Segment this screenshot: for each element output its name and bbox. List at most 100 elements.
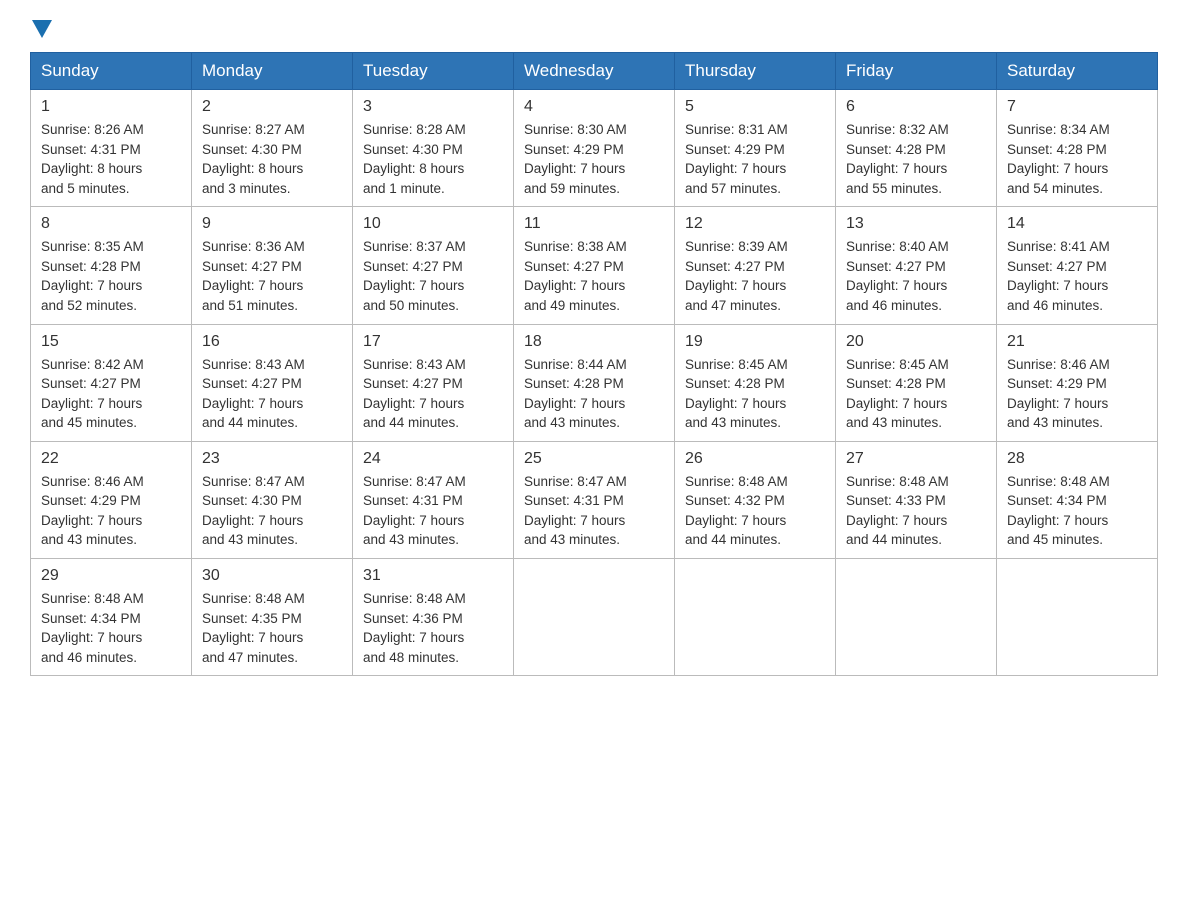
day-number: 18 <box>524 333 664 351</box>
day-info: Sunrise: 8:47 AMSunset: 4:30 PMDaylight:… <box>202 472 342 550</box>
day-number: 31 <box>363 567 503 585</box>
calendar-cell: 18 Sunrise: 8:44 AMSunset: 4:28 PMDaylig… <box>514 324 675 441</box>
calendar-cell: 2 Sunrise: 8:27 AMSunset: 4:30 PMDayligh… <box>192 90 353 207</box>
calendar-table: SundayMondayTuesdayWednesdayThursdayFrid… <box>30 52 1158 676</box>
day-number: 2 <box>202 98 342 116</box>
calendar-cell: 8 Sunrise: 8:35 AMSunset: 4:28 PMDayligh… <box>31 207 192 324</box>
day-info: Sunrise: 8:46 AMSunset: 4:29 PMDaylight:… <box>1007 355 1147 433</box>
header <box>30 20 1158 36</box>
calendar-cell: 12 Sunrise: 8:39 AMSunset: 4:27 PMDaylig… <box>675 207 836 324</box>
day-number: 22 <box>41 450 181 468</box>
day-number: 27 <box>846 450 986 468</box>
calendar-cell: 1 Sunrise: 8:26 AMSunset: 4:31 PMDayligh… <box>31 90 192 207</box>
day-info: Sunrise: 8:35 AMSunset: 4:28 PMDaylight:… <box>41 237 181 315</box>
calendar-cell: 29 Sunrise: 8:48 AMSunset: 4:34 PMDaylig… <box>31 559 192 676</box>
day-number: 13 <box>846 215 986 233</box>
calendar-cell: 22 Sunrise: 8:46 AMSunset: 4:29 PMDaylig… <box>31 441 192 558</box>
day-info: Sunrise: 8:39 AMSunset: 4:27 PMDaylight:… <box>685 237 825 315</box>
day-number: 17 <box>363 333 503 351</box>
day-info: Sunrise: 8:43 AMSunset: 4:27 PMDaylight:… <box>363 355 503 433</box>
calendar-cell: 9 Sunrise: 8:36 AMSunset: 4:27 PMDayligh… <box>192 207 353 324</box>
calendar-cell: 6 Sunrise: 8:32 AMSunset: 4:28 PMDayligh… <box>836 90 997 207</box>
calendar-cell <box>514 559 675 676</box>
day-number: 7 <box>1007 98 1147 116</box>
calendar-cell: 20 Sunrise: 8:45 AMSunset: 4:28 PMDaylig… <box>836 324 997 441</box>
day-info: Sunrise: 8:40 AMSunset: 4:27 PMDaylight:… <box>846 237 986 315</box>
calendar-week-1: 1 Sunrise: 8:26 AMSunset: 4:31 PMDayligh… <box>31 90 1158 207</box>
day-number: 24 <box>363 450 503 468</box>
calendar-cell: 17 Sunrise: 8:43 AMSunset: 4:27 PMDaylig… <box>353 324 514 441</box>
day-info: Sunrise: 8:26 AMSunset: 4:31 PMDaylight:… <box>41 120 181 198</box>
day-info: Sunrise: 8:28 AMSunset: 4:30 PMDaylight:… <box>363 120 503 198</box>
calendar-header-sunday: Sunday <box>31 53 192 90</box>
day-number: 16 <box>202 333 342 351</box>
day-info: Sunrise: 8:41 AMSunset: 4:27 PMDaylight:… <box>1007 237 1147 315</box>
calendar-cell: 10 Sunrise: 8:37 AMSunset: 4:27 PMDaylig… <box>353 207 514 324</box>
calendar-cell: 26 Sunrise: 8:48 AMSunset: 4:32 PMDaylig… <box>675 441 836 558</box>
logo-container <box>30 20 54 36</box>
calendar-cell: 24 Sunrise: 8:47 AMSunset: 4:31 PMDaylig… <box>353 441 514 558</box>
logo <box>30 20 54 38</box>
calendar-cell: 5 Sunrise: 8:31 AMSunset: 4:29 PMDayligh… <box>675 90 836 207</box>
calendar-cell <box>836 559 997 676</box>
calendar-header-wednesday: Wednesday <box>514 53 675 90</box>
day-number: 10 <box>363 215 503 233</box>
calendar-week-3: 15 Sunrise: 8:42 AMSunset: 4:27 PMDaylig… <box>31 324 1158 441</box>
day-info: Sunrise: 8:46 AMSunset: 4:29 PMDaylight:… <box>41 472 181 550</box>
calendar-cell <box>675 559 836 676</box>
day-info: Sunrise: 8:48 AMSunset: 4:34 PMDaylight:… <box>1007 472 1147 550</box>
day-number: 1 <box>41 98 181 116</box>
logo-triangle-icon <box>32 20 52 38</box>
day-info: Sunrise: 8:45 AMSunset: 4:28 PMDaylight:… <box>685 355 825 433</box>
day-number: 15 <box>41 333 181 351</box>
calendar-cell: 19 Sunrise: 8:45 AMSunset: 4:28 PMDaylig… <box>675 324 836 441</box>
calendar-cell: 11 Sunrise: 8:38 AMSunset: 4:27 PMDaylig… <box>514 207 675 324</box>
calendar-cell <box>997 559 1158 676</box>
day-number: 19 <box>685 333 825 351</box>
calendar-header-tuesday: Tuesday <box>353 53 514 90</box>
calendar-cell: 13 Sunrise: 8:40 AMSunset: 4:27 PMDaylig… <box>836 207 997 324</box>
day-info: Sunrise: 8:47 AMSunset: 4:31 PMDaylight:… <box>363 472 503 550</box>
calendar-header-thursday: Thursday <box>675 53 836 90</box>
page-container: SundayMondayTuesdayWednesdayThursdayFrid… <box>0 0 1188 696</box>
calendar-week-5: 29 Sunrise: 8:48 AMSunset: 4:34 PMDaylig… <box>31 559 1158 676</box>
day-number: 21 <box>1007 333 1147 351</box>
day-number: 28 <box>1007 450 1147 468</box>
day-info: Sunrise: 8:27 AMSunset: 4:30 PMDaylight:… <box>202 120 342 198</box>
calendar-cell: 14 Sunrise: 8:41 AMSunset: 4:27 PMDaylig… <box>997 207 1158 324</box>
day-number: 14 <box>1007 215 1147 233</box>
day-info: Sunrise: 8:48 AMSunset: 4:33 PMDaylight:… <box>846 472 986 550</box>
day-number: 3 <box>363 98 503 116</box>
day-info: Sunrise: 8:32 AMSunset: 4:28 PMDaylight:… <box>846 120 986 198</box>
day-number: 30 <box>202 567 342 585</box>
day-info: Sunrise: 8:47 AMSunset: 4:31 PMDaylight:… <box>524 472 664 550</box>
day-info: Sunrise: 8:48 AMSunset: 4:35 PMDaylight:… <box>202 589 342 667</box>
calendar-header-friday: Friday <box>836 53 997 90</box>
day-info: Sunrise: 8:48 AMSunset: 4:34 PMDaylight:… <box>41 589 181 667</box>
day-number: 25 <box>524 450 664 468</box>
day-number: 29 <box>41 567 181 585</box>
day-number: 4 <box>524 98 664 116</box>
day-info: Sunrise: 8:43 AMSunset: 4:27 PMDaylight:… <box>202 355 342 433</box>
calendar-cell: 16 Sunrise: 8:43 AMSunset: 4:27 PMDaylig… <box>192 324 353 441</box>
day-info: Sunrise: 8:42 AMSunset: 4:27 PMDaylight:… <box>41 355 181 433</box>
calendar-cell: 21 Sunrise: 8:46 AMSunset: 4:29 PMDaylig… <box>997 324 1158 441</box>
day-number: 26 <box>685 450 825 468</box>
calendar-cell: 28 Sunrise: 8:48 AMSunset: 4:34 PMDaylig… <box>997 441 1158 558</box>
calendar-cell: 23 Sunrise: 8:47 AMSunset: 4:30 PMDaylig… <box>192 441 353 558</box>
calendar-week-4: 22 Sunrise: 8:46 AMSunset: 4:29 PMDaylig… <box>31 441 1158 558</box>
calendar-cell: 4 Sunrise: 8:30 AMSunset: 4:29 PMDayligh… <box>514 90 675 207</box>
day-number: 5 <box>685 98 825 116</box>
day-info: Sunrise: 8:44 AMSunset: 4:28 PMDaylight:… <box>524 355 664 433</box>
calendar-cell: 3 Sunrise: 8:28 AMSunset: 4:30 PMDayligh… <box>353 90 514 207</box>
day-number: 11 <box>524 215 664 233</box>
day-info: Sunrise: 8:48 AMSunset: 4:36 PMDaylight:… <box>363 589 503 667</box>
day-number: 6 <box>846 98 986 116</box>
day-info: Sunrise: 8:34 AMSunset: 4:28 PMDaylight:… <box>1007 120 1147 198</box>
calendar-cell: 27 Sunrise: 8:48 AMSunset: 4:33 PMDaylig… <box>836 441 997 558</box>
day-info: Sunrise: 8:38 AMSunset: 4:27 PMDaylight:… <box>524 237 664 315</box>
calendar-header-saturday: Saturday <box>997 53 1158 90</box>
day-number: 12 <box>685 215 825 233</box>
calendar-header-row: SundayMondayTuesdayWednesdayThursdayFrid… <box>31 53 1158 90</box>
day-info: Sunrise: 8:31 AMSunset: 4:29 PMDaylight:… <box>685 120 825 198</box>
